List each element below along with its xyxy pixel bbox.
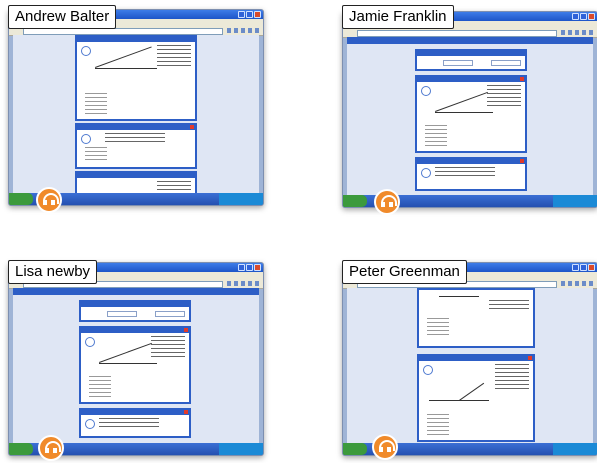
headset-icon[interactable] [372,434,398,460]
participant-name: Peter Greenman [342,260,467,284]
section-header [13,288,259,295]
question-card [415,157,527,191]
participant-name: Lisa newby [8,260,98,284]
window-buttons [572,13,595,20]
section-header [347,37,593,44]
browser-content [347,288,593,443]
browser-content [347,37,593,195]
screen-thumbnail[interactable] [8,262,264,456]
participant-tile-2[interactable]: Jamie Franklin [342,5,597,215]
window-buttons [238,11,261,18]
participant-name: Andrew Balter [8,5,117,29]
information-card [415,49,527,71]
information-card [79,300,191,322]
participant-name: Jamie Franklin [342,5,454,29]
question-card [75,35,197,121]
question-card [79,408,191,438]
headset-icon[interactable] [38,435,64,461]
participant-tile-4[interactable]: Peter Greenman [342,260,597,460]
screen-thumbnail[interactable] [8,9,264,206]
window-buttons [238,264,261,271]
participant-tile-3[interactable]: Lisa newby [8,260,264,461]
question-card [417,288,535,348]
screen-thumbnail[interactable] [342,11,597,208]
window-buttons [572,264,595,271]
browser-content [13,35,259,205]
participant-tile-1[interactable]: Andrew Balter [8,5,264,213]
question-card [75,123,197,169]
headset-icon[interactable] [36,187,62,213]
screen-thumbnail[interactable] [342,262,597,456]
question-card [415,75,527,153]
question-card [79,326,191,404]
headset-icon[interactable] [374,189,400,215]
browser-content [13,288,259,443]
question-card [417,354,535,442]
